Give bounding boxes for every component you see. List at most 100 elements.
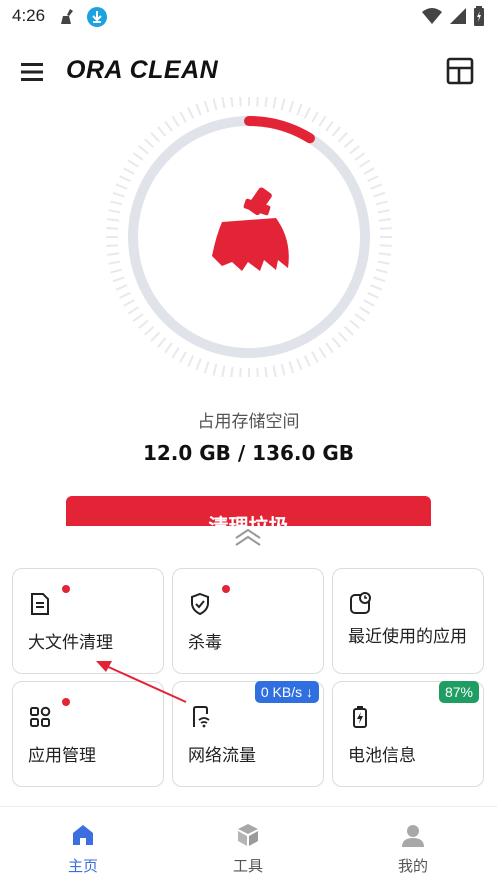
recent-clock-icon bbox=[350, 592, 371, 614]
status-bar: 4:26 bbox=[0, 0, 497, 34]
network-phone-icon bbox=[193, 706, 210, 728]
download-notification-icon bbox=[87, 7, 107, 27]
nav-label: 主页 bbox=[67, 857, 98, 875]
status-time: 4:26 bbox=[12, 6, 46, 25]
gauge-tick bbox=[370, 183, 383, 190]
gauge-tick bbox=[280, 363, 286, 376]
bottom-nav: 主页 工具 我的 bbox=[0, 806, 497, 878]
gauge-tick bbox=[288, 361, 295, 374]
tile-battery-info[interactable]: 87% 电池信息 bbox=[332, 681, 484, 787]
broom-icon bbox=[212, 187, 289, 271]
gauge-tick bbox=[318, 347, 327, 359]
gauge-tick bbox=[187, 107, 195, 119]
tile-label: 网络流量 bbox=[188, 746, 256, 766]
broom-notification-icon bbox=[61, 9, 73, 24]
gauge-tick bbox=[212, 98, 218, 111]
gauge-tick bbox=[256, 367, 259, 377]
tile-app-manager[interactable]: 应用管理 bbox=[12, 681, 164, 787]
gauge-tick bbox=[123, 299, 135, 307]
home-icon bbox=[73, 825, 93, 845]
notification-dot bbox=[222, 585, 230, 593]
gauge-tick bbox=[119, 291, 131, 299]
gauge-tick bbox=[296, 358, 303, 371]
gauge-tick bbox=[272, 365, 277, 377]
hamburger-menu-icon[interactable] bbox=[18, 58, 46, 86]
tile-label: 杀毒 bbox=[188, 633, 222, 653]
gauge-tick bbox=[179, 111, 187, 123]
nav-label: 我的 bbox=[397, 857, 428, 875]
clean-junk-label: 清理垃圾 bbox=[208, 514, 289, 526]
layout-grid-icon[interactable] bbox=[445, 56, 475, 86]
nav-profile[interactable]: 我的 bbox=[363, 815, 463, 875]
gauge-tick bbox=[367, 175, 379, 183]
gauge-tick bbox=[108, 260, 121, 265]
notification-dot bbox=[62, 585, 70, 593]
gauge-tick bbox=[115, 284, 128, 291]
gauge-tick bbox=[239, 97, 242, 107]
gauge-tick bbox=[349, 145, 360, 155]
gauge-tick bbox=[331, 126, 341, 137]
gauge-tick bbox=[203, 100, 210, 113]
gauge-tick bbox=[367, 291, 379, 299]
clean-junk-button[interactable]: 清理垃圾 bbox=[66, 496, 431, 526]
gauge-tick bbox=[311, 351, 319, 363]
gauge-tick bbox=[106, 227, 119, 230]
gauge-tick bbox=[110, 268, 123, 274]
battery-icon bbox=[474, 6, 484, 26]
gauge-tick bbox=[138, 319, 149, 329]
gauge-tick bbox=[303, 107, 311, 119]
gauge-tick bbox=[157, 126, 167, 137]
tile-large-file-cleanup[interactable]: 大文件清理 bbox=[12, 568, 164, 674]
gauge-tick bbox=[119, 175, 131, 183]
gauge-tick bbox=[288, 100, 295, 113]
tile-network-traffic[interactable]: 0 KB/s ↓ 网络流量 bbox=[172, 681, 324, 787]
gauge-tick bbox=[171, 115, 180, 127]
gauge-tick bbox=[354, 152, 366, 161]
gauge-tick bbox=[157, 337, 167, 348]
nav-home[interactable]: 主页 bbox=[33, 815, 133, 875]
gauge-tick bbox=[127, 306, 139, 315]
tile-recent-apps[interactable]: 最近使用的应用 bbox=[332, 568, 484, 674]
gauge-tick bbox=[363, 167, 375, 175]
gauge-tick bbox=[349, 319, 360, 329]
wifi-icon bbox=[422, 8, 442, 24]
apps-grid-icon bbox=[30, 706, 51, 727]
gauge-tick bbox=[272, 97, 277, 109]
gauge-tick bbox=[318, 115, 327, 127]
signal-icon bbox=[450, 8, 466, 24]
app-bar: ORA CLEAN bbox=[0, 40, 497, 104]
gauge-tick bbox=[115, 183, 128, 190]
gauge-tick bbox=[264, 366, 268, 377]
gauge-tick bbox=[221, 365, 226, 377]
clean-center-button[interactable] bbox=[150, 140, 346, 336]
nav-label: 工具 bbox=[232, 857, 263, 875]
gauge-tick bbox=[325, 120, 334, 132]
expand-sheet-icon[interactable] bbox=[232, 526, 264, 548]
gauge-tick bbox=[375, 268, 388, 274]
gauge-tick bbox=[370, 284, 383, 291]
gauge-tick bbox=[107, 218, 120, 222]
tile-label: 最近使用的应用 bbox=[348, 627, 467, 647]
gauge-tick bbox=[195, 103, 202, 116]
gauge-tick bbox=[179, 351, 187, 363]
tile-label: 应用管理 bbox=[28, 746, 96, 766]
gauge-tick bbox=[311, 111, 319, 123]
battery-charging-icon bbox=[353, 706, 367, 728]
nav-tools[interactable]: 工具 bbox=[198, 815, 298, 875]
tile-label: 电池信息 bbox=[348, 746, 416, 766]
gauge-tick bbox=[296, 103, 303, 116]
battery-level-badge: 87% bbox=[438, 681, 479, 703]
gauge-tick bbox=[375, 200, 388, 206]
gauge-tick bbox=[132, 313, 144, 322]
tile-antivirus[interactable]: 杀毒 bbox=[172, 568, 324, 674]
gauge-tick bbox=[256, 97, 259, 107]
gauge-tick bbox=[377, 260, 390, 265]
toolbox-cube-icon bbox=[238, 824, 258, 846]
gauge-tick bbox=[377, 209, 390, 214]
storage-label: 占用存储空间 bbox=[197, 412, 300, 432]
gauge-tick bbox=[379, 244, 392, 247]
gauge-tick bbox=[373, 276, 386, 283]
gauge-tick bbox=[359, 306, 371, 315]
gauge-tick bbox=[123, 167, 135, 175]
gauge-tick bbox=[354, 313, 366, 322]
